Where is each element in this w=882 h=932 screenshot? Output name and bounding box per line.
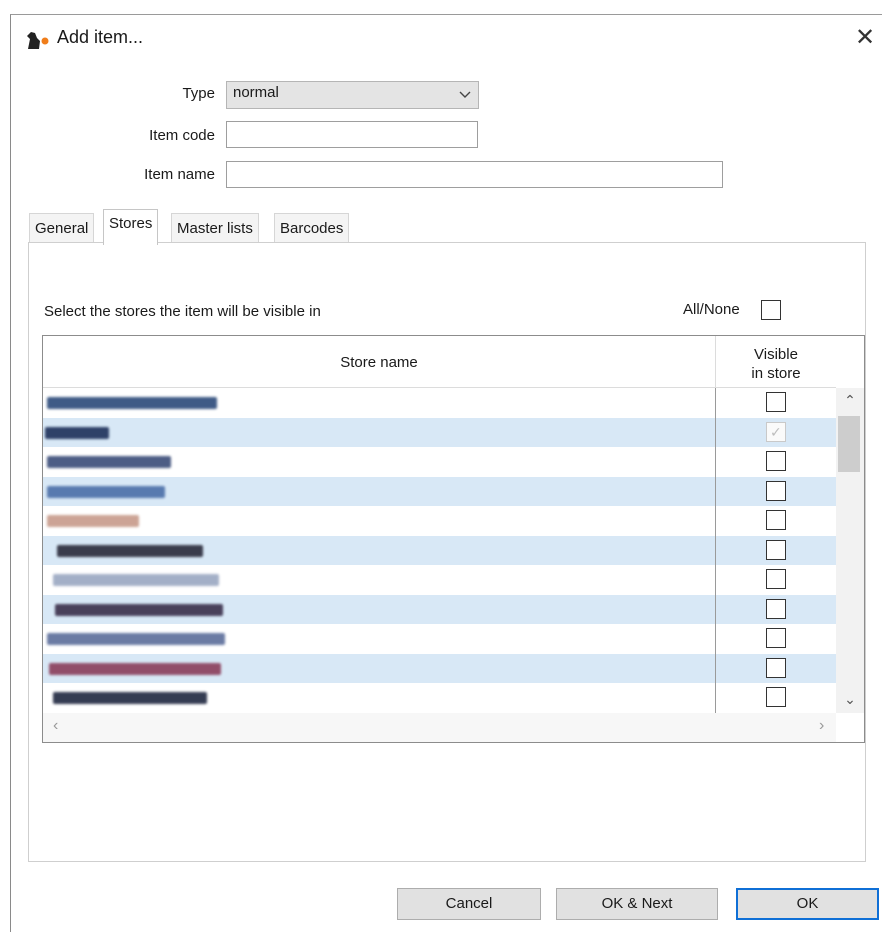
store-name-cell — [43, 447, 716, 477]
visible-in-store-checkbox[interactable] — [766, 451, 786, 471]
visible-cell: ✓ — [716, 418, 836, 448]
ok-button[interactable]: OK — [736, 888, 879, 920]
app-logo-icon — [27, 32, 49, 49]
redacted-store-name — [47, 397, 217, 409]
redacted-store-name — [55, 603, 223, 616]
visible-in-store-column-header[interactable]: Visible in store — [716, 336, 836, 388]
redacted-store-name — [49, 662, 221, 675]
visible-header-line2: in store — [751, 365, 801, 382]
visible-cell — [716, 683, 836, 713]
cancel-button[interactable]: Cancel — [397, 888, 541, 920]
scroll-up-icon[interactable]: ⌃ — [836, 392, 864, 412]
all-none-label: All/None — [683, 301, 740, 318]
tab-barcodes[interactable]: Barcodes — [274, 213, 350, 243]
tab-general[interactable]: General — [29, 213, 95, 243]
visible-in-store-checkbox[interactable] — [766, 687, 786, 707]
close-button[interactable]: ✕ — [850, 23, 880, 53]
table-row[interactable] — [43, 535, 836, 566]
title-bar: Add item... ✕ — [11, 15, 882, 65]
tab-master-lists[interactable]: Master lists — [171, 213, 259, 243]
table-row[interactable] — [43, 683, 836, 713]
scroll-down-icon[interactable]: ⌄ — [836, 691, 864, 711]
store-name-cell — [43, 388, 716, 418]
table-row[interactable] — [43, 624, 836, 654]
redacted-store-name — [47, 456, 171, 468]
item-code-input[interactable] — [226, 121, 478, 148]
redacted-store-name — [47, 485, 165, 498]
table-row[interactable]: ✓ — [43, 417, 836, 448]
store-name-cell — [43, 683, 716, 713]
stores-tab-panel: Select the stores the item will be visib… — [28, 242, 866, 862]
visible-cell — [716, 536, 836, 566]
table-row[interactable] — [43, 388, 836, 418]
scroll-right-icon[interactable]: › — [819, 717, 824, 735]
table-header: Store name Visible in store — [43, 336, 836, 388]
visible-cell — [716, 624, 836, 654]
type-select[interactable]: normal — [226, 81, 479, 109]
store-name-cell — [43, 565, 716, 595]
scrollbar-thumb[interactable] — [838, 416, 860, 472]
table-row[interactable] — [43, 447, 836, 477]
visible-cell — [716, 506, 836, 536]
store-name-header-text: Store name — [340, 353, 418, 371]
store-name-cell — [43, 506, 716, 536]
visible-cell — [716, 447, 836, 477]
visible-in-store-checkbox[interactable] — [766, 657, 786, 678]
table-row[interactable] — [43, 565, 836, 595]
table-row[interactable] — [43, 506, 836, 536]
item-name-input[interactable] — [226, 161, 723, 188]
visible-cell — [716, 477, 836, 507]
table-row[interactable] — [43, 594, 836, 625]
add-item-dialog: Add item... ✕ Type normal Item code Item… — [10, 14, 882, 932]
visible-cell — [716, 388, 836, 418]
vertical-scrollbar[interactable]: ⌃ ⌄ — [836, 388, 864, 713]
scroll-left-icon[interactable]: ‹ — [53, 717, 58, 735]
stores-instruction: Select the stores the item will be visib… — [44, 303, 321, 320]
store-name-cell — [43, 535, 716, 565]
visible-cell — [716, 595, 836, 625]
visible-in-store-checkbox[interactable]: ✓ — [766, 421, 786, 442]
stores-table: Store name Visible in store ✓ ⌃ ⌄ ‹ › — [42, 335, 865, 743]
visible-in-store-checkbox[interactable] — [766, 628, 786, 648]
redacted-store-name — [47, 515, 139, 527]
visible-in-store-checkbox[interactable] — [766, 598, 786, 619]
store-name-cell — [43, 653, 716, 683]
table-row[interactable] — [43, 476, 836, 507]
redacted-store-name — [45, 426, 109, 439]
item-code-label: Item code — [149, 127, 215, 144]
visible-cell — [716, 565, 836, 595]
checkmark-icon: ✓ — [770, 423, 782, 440]
horizontal-scrollbar[interactable]: ‹ › — [43, 713, 836, 742]
store-name-cell — [43, 417, 716, 447]
type-select-value: normal — [233, 84, 279, 101]
table-row[interactable] — [43, 653, 836, 684]
chevron-down-icon — [459, 91, 471, 98]
redacted-store-name — [53, 574, 219, 586]
dialog-title: Add item... — [57, 27, 144, 47]
ok-next-button[interactable]: OK & Next — [556, 888, 718, 920]
visible-cell — [716, 654, 836, 684]
store-name-cell — [43, 624, 716, 654]
redacted-store-name — [47, 633, 225, 645]
visible-header-line1: Visible — [754, 346, 798, 363]
table-body: ✓ — [43, 388, 836, 713]
store-name-cell — [43, 594, 716, 624]
tab-stores[interactable]: Stores — [103, 209, 159, 245]
type-label: Type — [182, 85, 215, 102]
visible-in-store-checkbox[interactable] — [766, 510, 786, 530]
visible-in-store-checkbox[interactable] — [766, 569, 786, 589]
all-none-checkbox[interactable] — [761, 300, 781, 320]
store-name-cell — [43, 476, 716, 506]
store-name-column-header[interactable]: Store name — [43, 336, 716, 388]
redacted-store-name — [57, 544, 203, 557]
visible-in-store-checkbox[interactable] — [766, 480, 786, 501]
visible-in-store-checkbox[interactable] — [766, 392, 786, 412]
visible-in-store-checkbox[interactable] — [766, 539, 786, 560]
redacted-store-name — [53, 692, 207, 704]
item-name-label: Item name — [144, 166, 215, 183]
close-icon: ✕ — [854, 24, 876, 51]
